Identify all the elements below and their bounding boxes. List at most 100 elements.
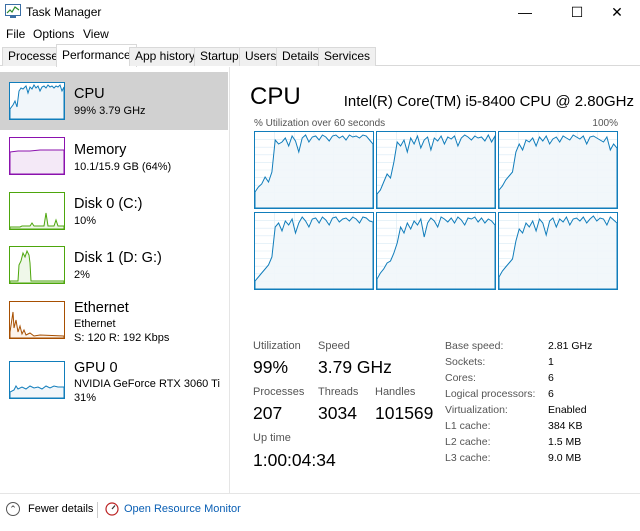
minimize-button[interactable]: —	[502, 0, 548, 24]
core-graph-plot	[499, 213, 617, 289]
sidebar-item-detail: Ethernet	[74, 318, 116, 330]
memory-thumbnail	[9, 137, 65, 175]
spec-value: Enabled	[548, 404, 587, 416]
sidebar-item-disk-0[interactable]: Disk 0 (C:) 10%	[0, 183, 228, 241]
menu-bar: File Options View	[0, 24, 640, 44]
core-utilization-trace	[377, 216, 495, 289]
cpu-thumbnail	[9, 82, 65, 120]
spec-value: 6	[548, 388, 554, 400]
core-graph-plot	[499, 132, 617, 208]
core-graphs	[254, 131, 618, 291]
disk-1-thumbnail-graph	[10, 249, 64, 283]
sidebar-item-label: Memory	[74, 142, 127, 158]
spec-label: Virtualization:	[445, 404, 508, 416]
core-graph	[376, 212, 496, 290]
sidebar-item-memory[interactable]: Memory 10.1/15.9 GB (64%)	[0, 129, 228, 187]
spec-label: Sockets:	[445, 356, 486, 368]
fewer-details-button[interactable]: Fewer details	[28, 503, 93, 515]
minimize-icon: —	[518, 4, 532, 20]
sidebar-item-detail: 2%	[74, 269, 90, 281]
task-manager-icon	[5, 4, 21, 18]
sidebar-item-detail: 99% 3.79 GHz	[74, 105, 146, 117]
sidebar-item-usage: 31%	[74, 392, 97, 404]
graph-caption: % Utilization over 60 seconds	[254, 118, 386, 129]
core-utilization-trace	[377, 133, 495, 208]
sidebar-item-detail: 10.1/15.9 GB (64%)	[74, 161, 172, 173]
gpu-thumbnail	[9, 361, 65, 399]
core-graph	[498, 131, 618, 209]
handles-value: 101569	[375, 403, 434, 423]
utilization-label: Utilization	[253, 340, 301, 352]
graph-max-label: 100%	[592, 118, 618, 129]
tab-services[interactable]: Services	[318, 47, 377, 66]
ethernet-thumbnail	[9, 301, 65, 339]
speed-label: Speed	[318, 340, 350, 352]
close-button[interactable]: ✕	[594, 0, 640, 24]
spec-label: Logical processors:	[445, 388, 536, 400]
sidebar-item-disk-1[interactable]: Disk 1 (D: G:) 2%	[0, 237, 228, 295]
core-graph-plot	[255, 132, 373, 208]
sidebar-item-ethernet[interactable]: Ethernet Ethernet S: 120 R: 192 Kbps	[0, 291, 228, 355]
menu-view[interactable]: View	[83, 27, 109, 41]
spec-label: L3 cache:	[445, 452, 491, 464]
window-title: Task Manager	[26, 5, 102, 19]
sidebar-item-label: Ethernet	[74, 300, 129, 316]
uptime-value: 1:00:04:34	[253, 450, 336, 470]
core-graph	[376, 131, 496, 209]
sidebar-item-label: Disk 0 (C:)	[74, 196, 143, 212]
tab-startup[interactable]: Startup	[194, 47, 245, 66]
core-graph	[254, 212, 374, 290]
close-icon: ✕	[611, 3, 623, 20]
sidebar-item-label: Disk 1 (D: G:)	[74, 250, 162, 266]
core-utilization-trace	[255, 216, 373, 289]
core-graph	[254, 131, 374, 209]
disk-1-thumbnail	[9, 246, 65, 284]
spec-label: L2 cache:	[445, 436, 491, 448]
footer: ⌃ Fewer details Open Resource Monitor	[0, 493, 640, 531]
sidebar-item-label: GPU 0	[74, 360, 118, 376]
tab-app-history[interactable]: App history	[129, 47, 202, 66]
sidebar-item-detail: NVIDIA GeForce RTX 3060 Ti	[74, 378, 220, 390]
core-graph-plot	[377, 132, 495, 208]
cpu-model: Intel(R) Core(TM) i5-8400 CPU @ 2.80GHz	[343, 93, 634, 110]
tab-performance[interactable]: Performance	[56, 44, 137, 67]
disk-0-thumbnail-graph	[10, 212, 64, 229]
spec-value: 384 KB	[548, 420, 583, 432]
spec-label: Base speed:	[445, 340, 504, 352]
sidebar-item-gpu-0[interactable]: GPU 0 NVIDIA GeForce RTX 3060 Ti 31%	[0, 351, 228, 415]
spec-label: L1 cache:	[445, 420, 491, 432]
spec-label: Cores:	[445, 372, 476, 384]
open-resource-monitor-link[interactable]: Open Resource Monitor	[124, 503, 241, 515]
core-utilization-trace	[255, 134, 373, 208]
handles-label: Handles	[375, 386, 416, 398]
spec-value: 2.81 GHz	[548, 340, 593, 352]
processes-label: Processes	[253, 386, 305, 398]
core-graph-plot	[377, 213, 495, 289]
threads-value: 3034	[318, 403, 357, 423]
gpu-thumbnail-graph	[10, 385, 64, 398]
maximize-icon: ☐	[570, 3, 584, 20]
speed-value: 3.79 GHz	[318, 357, 392, 377]
threads-label: Threads	[318, 386, 359, 398]
spec-value: 1	[548, 356, 554, 368]
core-graph-plot	[255, 213, 373, 289]
menu-file[interactable]: File	[6, 27, 25, 41]
sidebar-item-cpu[interactable]: CPU 99% 3.79 GHz	[0, 72, 228, 130]
utilization-value: 99%	[253, 357, 289, 377]
footer-divider	[97, 502, 98, 518]
ethernet-thumbnail-graph	[10, 311, 64, 338]
tab-bar: Processes Performance App history Startu…	[0, 44, 640, 67]
processes-value: 207	[253, 403, 283, 423]
chevron-up-icon[interactable]: ⌃	[6, 502, 20, 516]
core-graph	[498, 212, 618, 290]
menu-options[interactable]: Options	[33, 27, 74, 41]
spec-value: 6	[548, 372, 554, 384]
spec-value: 9.0 MB	[548, 452, 582, 464]
core-utilization-trace	[499, 134, 617, 208]
memory-thumbnail-graph	[10, 149, 64, 174]
resource-monitor-icon[interactable]	[105, 502, 119, 516]
sidebar-item-detail: 10%	[74, 215, 97, 227]
cpu-thumbnail-graph	[10, 84, 64, 119]
performance-panel: CPU Intel(R) Core(TM) i5-8400 CPU @ 2.80…	[232, 67, 640, 493]
title-bar: Task Manager — ☐ ✕	[0, 0, 640, 24]
